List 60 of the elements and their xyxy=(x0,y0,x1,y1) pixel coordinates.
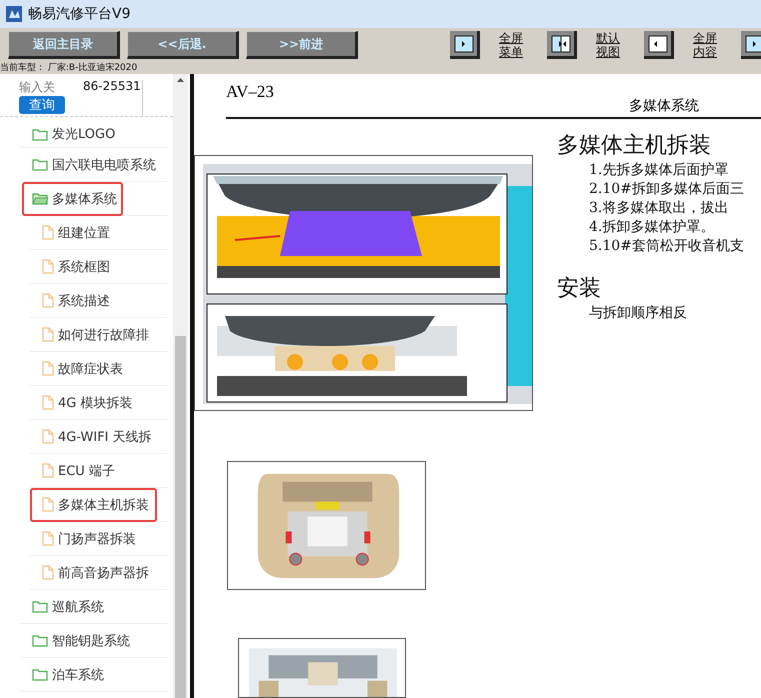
procedure-step: 4.拆卸多媒体护罩。 xyxy=(589,218,744,237)
tree-item[interactable]: 4G-WIFI 天线拆 xyxy=(30,420,160,454)
tree-item[interactable]: 多媒体主机拆装 xyxy=(30,488,157,522)
window-title: 畅易汽修平台V9 xyxy=(28,5,130,23)
view-link[interactable]: 全屏 内容 xyxy=(693,31,723,59)
scrollbar[interactable] xyxy=(173,74,188,698)
view-layout-button[interactable] xyxy=(644,31,674,59)
install-title: 安装 xyxy=(557,275,602,303)
page-number: AV–23 xyxy=(226,82,274,102)
document-icon xyxy=(42,395,54,410)
panel-layout-icon xyxy=(550,34,570,52)
document-icon xyxy=(42,531,54,546)
search-label: 输入关 xyxy=(19,80,56,96)
panel-layout-icon xyxy=(648,34,668,52)
tree-item[interactable]: 系统描述 xyxy=(30,284,118,318)
folder-icon xyxy=(32,600,48,613)
tree-folder-item[interactable]: 巡航系统 xyxy=(22,590,110,624)
tree-item[interactable]: 前高音扬声器拆 xyxy=(30,556,157,590)
document-icon xyxy=(42,225,54,240)
open-folder-icon xyxy=(32,192,48,205)
app-icon xyxy=(6,6,22,22)
folder-icon xyxy=(32,128,48,140)
view-layout-button[interactable] xyxy=(450,31,480,59)
install-text: 与拆卸顺序相反 xyxy=(589,304,688,323)
document-icon xyxy=(42,463,54,478)
tree-item[interactable]: ECU 端子 xyxy=(30,454,123,488)
document-icon xyxy=(42,327,54,342)
tree-folder-item[interactable]: 泊车系统 xyxy=(22,658,110,692)
view-layout-button[interactable] xyxy=(547,31,577,59)
scrollbar-thumb[interactable] xyxy=(175,336,186,698)
view-link[interactable]: 默认 视图 xyxy=(596,31,626,59)
tree-folder-item[interactable]: 智能钥匙系统 xyxy=(22,624,136,658)
procedure-step: 2.10#拆卸多媒体后面三 xyxy=(589,180,744,199)
tree-item[interactable]: 4G 模块拆装 xyxy=(30,386,140,420)
procedure-step: 5.10#套筒松开收音机支 xyxy=(589,237,744,256)
procedure-title: 多媒体主机拆装 xyxy=(557,132,712,160)
folder-icon xyxy=(32,668,48,681)
document-icon xyxy=(42,259,54,274)
tree-folder-item[interactable]: 多媒体系统 xyxy=(22,182,123,216)
tree-item[interactable]: 系统框图 xyxy=(30,250,118,284)
folder-icon xyxy=(32,634,48,647)
search-field[interactable]: 86-25531 xyxy=(83,80,143,116)
document-icon xyxy=(42,565,54,580)
document-icon xyxy=(42,429,54,444)
search-button[interactable]: 查询 xyxy=(19,96,65,114)
panel-layout-icon xyxy=(454,34,474,52)
procedure-step: 3.将多媒体取出，拔出 xyxy=(589,199,744,218)
panel-layout-icon xyxy=(744,34,761,52)
section-title: 多媒体系统 xyxy=(628,97,699,115)
tree-item[interactable]: 如何进行故障排 xyxy=(30,318,157,352)
folder-icon xyxy=(32,158,48,171)
document-icon xyxy=(42,293,54,308)
view-link[interactable]: 全屏 菜单 xyxy=(499,31,529,59)
procedure-step: 1.先拆多媒体后面护罩 xyxy=(589,161,744,180)
document-icon xyxy=(42,497,54,512)
tree-item[interactable]: 组建位置 xyxy=(30,216,118,250)
current-model-text: 当前车型： 厂家:B-比亚迪宋2020 xyxy=(0,62,761,74)
document-icon xyxy=(42,361,54,376)
tree-item[interactable]: 故障症状表 xyxy=(30,352,131,386)
tree-item[interactable]: 门扬声器拆装 xyxy=(30,522,144,556)
